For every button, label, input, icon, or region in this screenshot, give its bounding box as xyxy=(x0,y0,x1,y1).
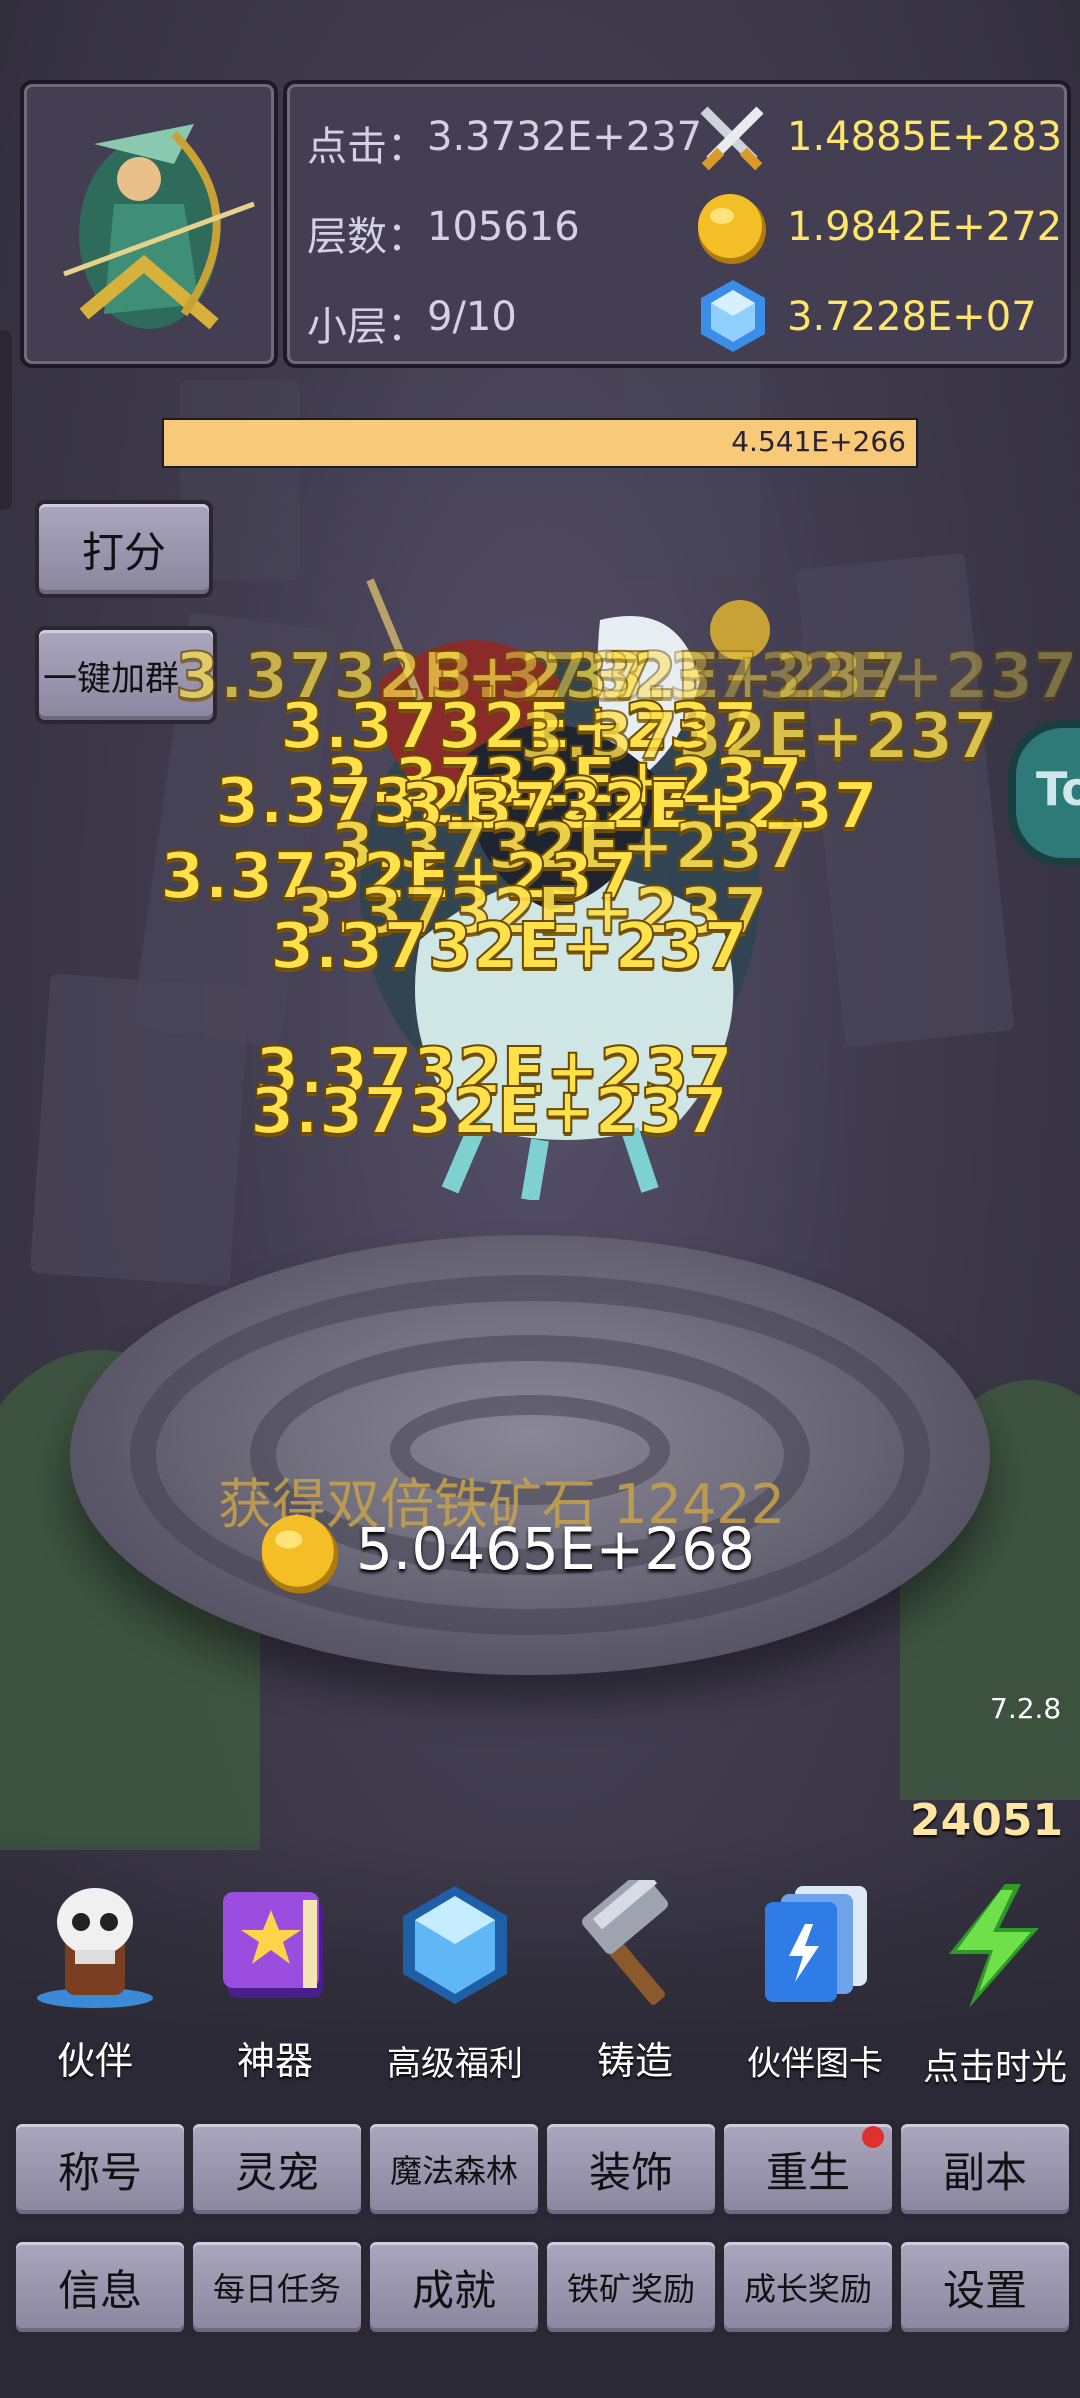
blue-gem-icon xyxy=(701,280,765,352)
grid-button-label: 设置 xyxy=(942,2265,1027,2315)
menu-label: 高级福利 xyxy=(387,2044,523,2084)
floor-label: 层数： xyxy=(307,214,427,260)
floor-value: 105616 xyxy=(427,204,580,250)
settings-button[interactable]: 设置 xyxy=(897,2238,1073,2336)
tap-counter: 24051 xyxy=(910,1795,1064,1846)
notification-dot xyxy=(862,2126,884,2148)
gold-coin-icon xyxy=(698,194,766,264)
grid-button-label: 魔法森林 xyxy=(389,2152,518,2190)
gem-value: 3.7228E+07 xyxy=(787,294,1037,340)
iron-ore-reward-button[interactable]: 铁矿奖励 xyxy=(543,2238,719,2336)
edge-tab[interactable] xyxy=(0,330,12,510)
achievements-button[interactable]: 成就 xyxy=(366,2238,542,2336)
boss-hp-text: 4.541E+266 xyxy=(731,425,906,458)
hero-portrait-panel[interactable] xyxy=(20,80,278,368)
menu-label: 伙伴图卡 xyxy=(747,2044,883,2084)
click-damage-value: 3.3732E+237 xyxy=(427,114,703,160)
menu-label: 铸造 xyxy=(596,2039,673,2083)
grid-button-label: 成长奖励 xyxy=(743,2270,872,2308)
floating-toggle-button[interactable]: To xyxy=(1008,720,1080,866)
boss-hp-bar: 4.541E+266 xyxy=(162,418,918,468)
title-button[interactable]: 称号 xyxy=(12,2120,188,2218)
grid-button-label: 称号 xyxy=(57,2147,142,2197)
stats-panel: 点击： 3.3732E+237 层数： 105616 小层： 9/10 1.48… xyxy=(283,80,1071,368)
dungeon-button[interactable]: 副本 xyxy=(897,2120,1073,2218)
growth-reward-button[interactable]: 成长奖励 xyxy=(720,2238,896,2336)
gold-coin-drop-icon xyxy=(261,1514,339,1594)
subfloor-label: 小层： xyxy=(307,304,427,350)
grid-button-label: 装饰 xyxy=(588,2147,673,2197)
grid-button-label: 重生 xyxy=(765,2147,850,2197)
grid-button-label: 副本 xyxy=(942,2147,1027,2197)
cards-icon xyxy=(765,1886,867,2002)
archer-hero-icon xyxy=(63,124,255,330)
click-damage-label: 点击： xyxy=(307,124,427,170)
grid-button-label: 灵宠 xyxy=(234,2147,319,2197)
hammer-icon xyxy=(582,1880,668,2005)
subfloor-value: 9/10 xyxy=(427,294,517,340)
gold-value: 1.9842E+272 xyxy=(787,204,1063,250)
info-button[interactable]: 信息 xyxy=(12,2238,188,2336)
join-group-button-label: 一键加群 xyxy=(43,658,179,699)
menu-label: 神器 xyxy=(236,2039,313,2083)
stone-platform xyxy=(70,1235,990,1675)
grid-button-label: 信息 xyxy=(57,2265,142,2315)
grid-button-label: 每日任务 xyxy=(212,2270,341,2308)
magic-forest-button[interactable]: 魔法森林 xyxy=(366,2120,542,2218)
version-text: 7.2.8 xyxy=(990,1692,1062,1725)
skull-partner-icon xyxy=(37,1888,153,2008)
rebirth-button[interactable]: 重生 xyxy=(720,2120,896,2218)
gold-drop-value: 5.0465E+268 xyxy=(356,1515,755,1583)
lightning-icon xyxy=(949,1884,1039,2008)
menu-label: 点击时光 xyxy=(922,2047,1067,2088)
score-button[interactable]: 打分 xyxy=(35,500,213,598)
crossed-swords-icon xyxy=(700,106,764,171)
score-button-label: 打分 xyxy=(81,527,166,577)
floating-toggle-icon: To xyxy=(1036,762,1080,816)
grid-button-label: 成就 xyxy=(411,2265,496,2315)
pet-button[interactable]: 灵宠 xyxy=(189,2120,365,2218)
spellbook-icon xyxy=(223,1892,323,1998)
damage-number: 3.3732E+237 xyxy=(249,1074,729,1150)
daily-tasks-button[interactable]: 每日任务 xyxy=(189,2238,365,2336)
damage-number: 3.3732E+237 xyxy=(269,909,749,985)
diamond-icon xyxy=(403,1886,507,2004)
decoration-button[interactable]: 装饰 xyxy=(543,2120,719,2218)
grid-button-label: 铁矿奖励 xyxy=(566,2270,695,2308)
attack-value: 1.4885E+283 xyxy=(787,114,1063,160)
menu-label: 伙伴 xyxy=(56,2039,133,2083)
